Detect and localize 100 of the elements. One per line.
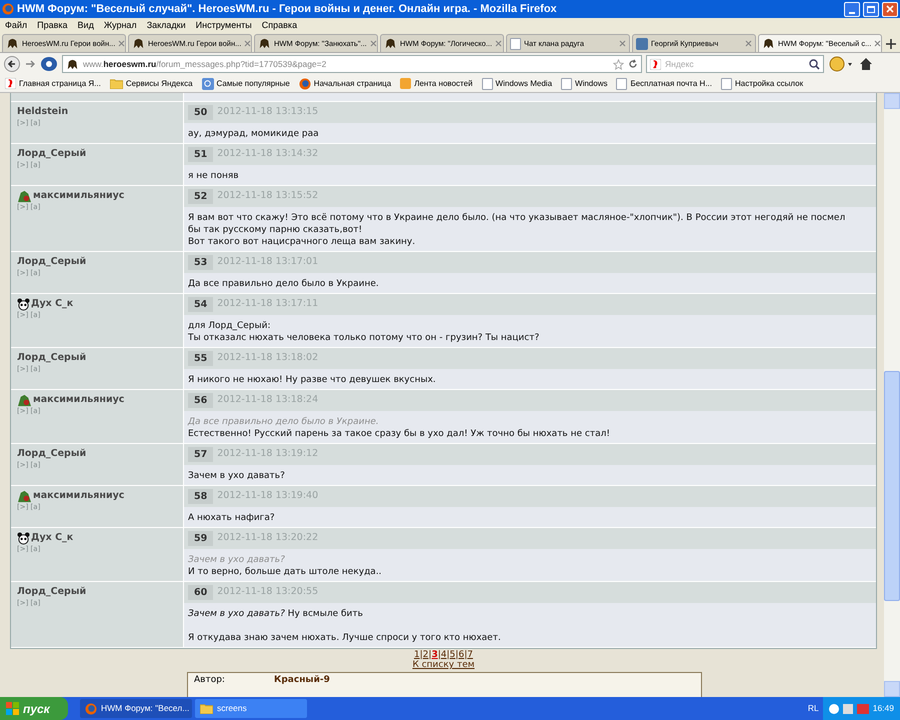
plus-icon[interactable] — [884, 36, 898, 52]
page-link[interactable]: 2 — [422, 650, 429, 660]
start-button[interactable]: пуск — [0, 697, 68, 720]
message-text: Вот такого вот нацисрачного леща вам закину. — [188, 236, 416, 248]
tray-icon[interactable] — [828, 704, 839, 714]
bookmark-item[interactable]: Настройка ссылок — [721, 78, 804, 90]
bookmark-item[interactable]: Самые популярные — [202, 78, 290, 90]
close-icon[interactable] — [619, 40, 626, 47]
close-icon[interactable] — [118, 40, 126, 47]
taskbar-button[interactable]: HWM Форум: "Весел... — [80, 699, 192, 718]
close-icon[interactable] — [244, 40, 252, 47]
author-name[interactable]: Heldstein — [17, 105, 68, 120]
post-number[interactable]: 58 — [188, 489, 214, 504]
forward-icon[interactable] — [24, 58, 36, 70]
home-icon[interactable] — [858, 56, 874, 72]
network-icon[interactable] — [842, 704, 853, 714]
topic-list-link[interactable]: К списку тем — [412, 660, 475, 670]
bookmark-item[interactable]: Бесплатная почта Н... — [616, 78, 712, 90]
post-number[interactable]: 54 — [188, 297, 214, 312]
scrollbar[interactable] — [884, 93, 900, 697]
post-number[interactable]: 57 — [188, 447, 214, 462]
globe-icon[interactable] — [40, 56, 58, 72]
bookmark-item[interactable]: Лента новостей — [400, 78, 473, 90]
page-link[interactable]: 3 — [432, 650, 438, 660]
author-name[interactable]: Лорд_Серый — [17, 255, 86, 270]
page-separator: | — [438, 650, 441, 660]
bookmark-item[interactable]: Windows Media — [482, 78, 552, 90]
bookmark-item[interactable]: Начальная страница — [298, 78, 392, 90]
message-text: бы так русскому парню сказать,вот! — [188, 224, 364, 236]
message-text: Ты отказалс нюхать человека только потому что он - грузин? Ты нацист? — [188, 332, 540, 344]
author-name[interactable]: Лорд_Серый — [17, 147, 86, 162]
page-separator: | — [464, 650, 468, 660]
warrior-icon — [17, 190, 32, 203]
post-number[interactable]: 60 — [188, 585, 214, 600]
panda-icon — [17, 298, 30, 311]
author-name[interactable]: максимильяниус — [33, 393, 124, 408]
quoted-text: Да все правильно дело было в Украине. — [188, 416, 380, 428]
close-icon[interactable] — [874, 40, 882, 47]
author-name[interactable]: Лорд_Серый — [17, 585, 86, 600]
bookmark-item[interactable]: Главная страница Я... — [5, 78, 101, 90]
bookmark-item[interactable]: Windows — [561, 78, 608, 90]
menu-item[interactable]: Вид — [78, 18, 94, 32]
post-date: 2012-11-18 13:13:15 — [217, 105, 318, 120]
message-text: Я вам вот что скажу! Это всё потому что в Украине дело было. (на что указывает масляное-"хлопчик"). В России этот негодяй не посмел — [188, 212, 846, 224]
message-text: Зачем в ухо давать? — [188, 470, 286, 482]
window-title: HWM Форум: "Веселый случай". HeroesWM.ru - Герои войны и денег. Онлайн игра. - Mozilla Firefox — [17, 2, 558, 17]
message-text: Зачем в ухо давать? Ну всмыле бить — [188, 608, 364, 620]
maximize-button[interactable] — [863, 2, 879, 16]
folder-icon — [110, 78, 123, 89]
star-icon[interactable] — [613, 58, 624, 70]
bookmark-item[interactable]: Сервисы Яндекса — [110, 78, 193, 90]
search-icon[interactable] — [809, 58, 820, 70]
post-number[interactable]: 52 — [188, 189, 214, 204]
page-link[interactable]: 7 — [467, 650, 473, 660]
page-link[interactable]: 1 — [414, 650, 420, 660]
minimize-button[interactable] — [844, 2, 860, 16]
letter-icon — [650, 58, 661, 70]
author-name[interactable]: Дух С_к — [31, 531, 74, 546]
back-icon[interactable] — [4, 56, 20, 72]
menu-item[interactable]: Правка — [37, 18, 68, 32]
scrollbar-thumb[interactable] — [884, 371, 900, 601]
page-link[interactable]: 6 — [458, 650, 464, 660]
close-icon[interactable] — [495, 40, 502, 47]
author-name[interactable]: максимильяниус — [33, 489, 124, 504]
author-name[interactable]: Лорд_Серый — [17, 447, 86, 462]
address-field[interactable]: www.heroeswm.ru/forum_messages.php?tid=1770539&page=2 — [62, 55, 642, 73]
post-number[interactable]: 51 — [188, 147, 214, 162]
quoted-text: Зачем в ухо давать? — [188, 554, 286, 566]
post-number[interactable]: 50 — [188, 105, 214, 120]
page-link[interactable]: 5 — [450, 650, 456, 660]
close-button[interactable] — [882, 2, 898, 16]
taskbar-button[interactable]: screens — [195, 699, 307, 718]
page-icon — [510, 38, 521, 50]
helmet-icon — [6, 37, 19, 50]
author-label: Автор: — [194, 675, 226, 687]
menu-item[interactable]: Инструменты — [196, 18, 252, 32]
menu-item[interactable]: Журнал — [104, 18, 137, 32]
menu-item[interactable]: Файл — [5, 18, 28, 32]
close-icon[interactable] — [370, 40, 377, 47]
panda-icon — [17, 532, 30, 545]
post-date: 2012-11-18 13:19:12 — [217, 447, 318, 462]
author-name[interactable]: Лорд_Серый — [17, 351, 86, 366]
author-name[interactable]: Дух С_к — [31, 297, 74, 312]
author-value: Красный-9 — [274, 675, 330, 687]
smiley-icon[interactable] — [828, 56, 854, 72]
post-number[interactable]: 55 — [188, 351, 214, 366]
helmet-icon — [258, 37, 271, 50]
menu-item[interactable]: Справка — [262, 18, 298, 32]
page-link[interactable]: 4 — [440, 650, 447, 660]
post-date: 2012-11-18 13:14:32 — [217, 147, 318, 162]
message-text: Да все правильно дело было в Украине. — [188, 278, 380, 290]
post-number[interactable]: 59 — [188, 531, 214, 546]
menu-item[interactable]: Закладки — [146, 18, 186, 32]
message-text: Естественно! Русский парень за такое сразу бы в ухо дал! Уж точно бы нюхать не стал! — [188, 428, 611, 440]
post-number[interactable]: 53 — [188, 255, 214, 270]
post-number[interactable]: 56 — [188, 393, 214, 408]
author-name[interactable]: максимильяниус — [33, 189, 124, 204]
close-icon[interactable] — [745, 40, 752, 47]
reload-icon[interactable] — [628, 59, 638, 69]
language-indicator: RL — [808, 702, 819, 715]
